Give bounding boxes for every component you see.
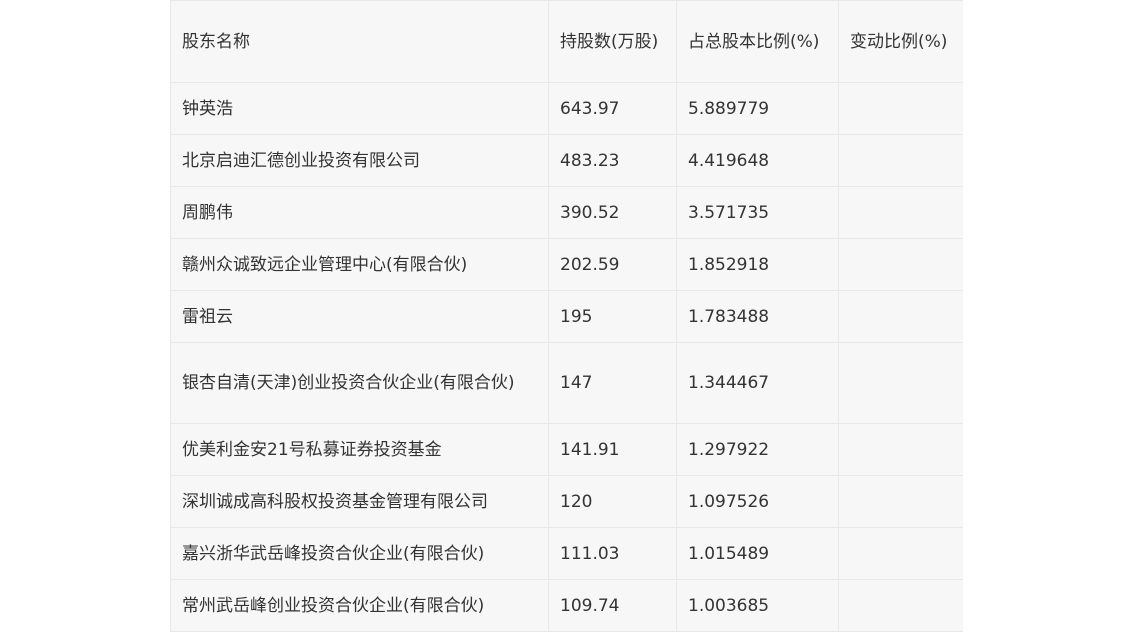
- cell-shares: 120: [548, 475, 677, 528]
- table-row: 钟英浩 643.97 5.889779: [170, 82, 963, 135]
- shareholder-table: 股东名称 持股数(万股) 占总股本比例(%) 变动比例(%) 钟英浩 643.9…: [170, 0, 963, 632]
- cell-ratio: 1.783488: [676, 290, 839, 343]
- cell-name: 周鹏伟: [170, 186, 549, 239]
- cell-ratio: 3.571735: [676, 186, 839, 239]
- cell-change: [838, 238, 963, 291]
- cell-shares: 643.97: [548, 82, 677, 135]
- header-ratio: 占总股本比例(%): [676, 0, 839, 83]
- cell-ratio: 4.419648: [676, 134, 839, 187]
- cell-name: 赣州众诚致远企业管理中心(有限合伙): [170, 238, 549, 291]
- cell-change: [838, 579, 963, 632]
- cell-ratio: 1.852918: [676, 238, 839, 291]
- cell-shares: 141.91: [548, 423, 677, 476]
- cell-shares: 195: [548, 290, 677, 343]
- table-row: 深圳诚成高科股权投资基金管理有限公司 120 1.097526: [170, 475, 963, 528]
- header-shares: 持股数(万股): [548, 0, 677, 83]
- cell-name: 北京启迪汇德创业投资有限公司: [170, 134, 549, 187]
- cell-shares: 202.59: [548, 238, 677, 291]
- cell-ratio: 5.889779: [676, 82, 839, 135]
- cell-name: 钟英浩: [170, 82, 549, 135]
- cell-change: [838, 82, 963, 135]
- cell-name: 银杏自清(天津)创业投资合伙企业(有限合伙): [170, 342, 549, 424]
- cell-shares: 147: [548, 342, 677, 424]
- table-row: 周鹏伟 390.52 3.571735: [170, 186, 963, 239]
- cell-ratio: 1.297922: [676, 423, 839, 476]
- header-change: 变动比例(%): [838, 0, 963, 83]
- table-row: 赣州众诚致远企业管理中心(有限合伙) 202.59 1.852918: [170, 238, 963, 291]
- cell-change: [838, 186, 963, 239]
- table-row: 常州武岳峰创业投资合伙企业(有限合伙) 109.74 1.003685: [170, 579, 963, 632]
- cell-shares: 109.74: [548, 579, 677, 632]
- cell-change: [838, 134, 963, 187]
- cell-shares: 111.03: [548, 527, 677, 580]
- cell-name: 深圳诚成高科股权投资基金管理有限公司: [170, 475, 549, 528]
- cell-change: [838, 290, 963, 343]
- cell-ratio: 1.097526: [676, 475, 839, 528]
- table-row: 雷祖云 195 1.783488: [170, 290, 963, 343]
- table-row: 北京启迪汇德创业投资有限公司 483.23 4.419648: [170, 134, 963, 187]
- cell-ratio: 1.015489: [676, 527, 839, 580]
- shareholder-table-container: 股东名称 持股数(万股) 占总股本比例(%) 变动比例(%) 钟英浩 643.9…: [170, 0, 963, 632]
- table-header-row: 股东名称 持股数(万股) 占总股本比例(%) 变动比例(%): [170, 0, 963, 83]
- cell-shares: 390.52: [548, 186, 677, 239]
- cell-change: [838, 423, 963, 476]
- cell-change: [838, 475, 963, 528]
- cell-name: 嘉兴浙华武岳峰投资合伙企业(有限合伙): [170, 527, 549, 580]
- cell-shares: 483.23: [548, 134, 677, 187]
- header-shareholder-name: 股东名称: [170, 0, 549, 83]
- cell-change: [838, 527, 963, 580]
- cell-name: 雷祖云: [170, 290, 549, 343]
- table-row: 嘉兴浙华武岳峰投资合伙企业(有限合伙) 111.03 1.015489: [170, 527, 963, 580]
- cell-ratio: 1.003685: [676, 579, 839, 632]
- table-row: 银杏自清(天津)创业投资合伙企业(有限合伙) 147 1.344467: [170, 342, 963, 424]
- cell-ratio: 1.344467: [676, 342, 839, 424]
- cell-name: 优美利金安21号私募证券投资基金: [170, 423, 549, 476]
- table-row: 优美利金安21号私募证券投资基金 141.91 1.297922: [170, 423, 963, 476]
- cell-name: 常州武岳峰创业投资合伙企业(有限合伙): [170, 579, 549, 632]
- cell-change: [838, 342, 963, 424]
